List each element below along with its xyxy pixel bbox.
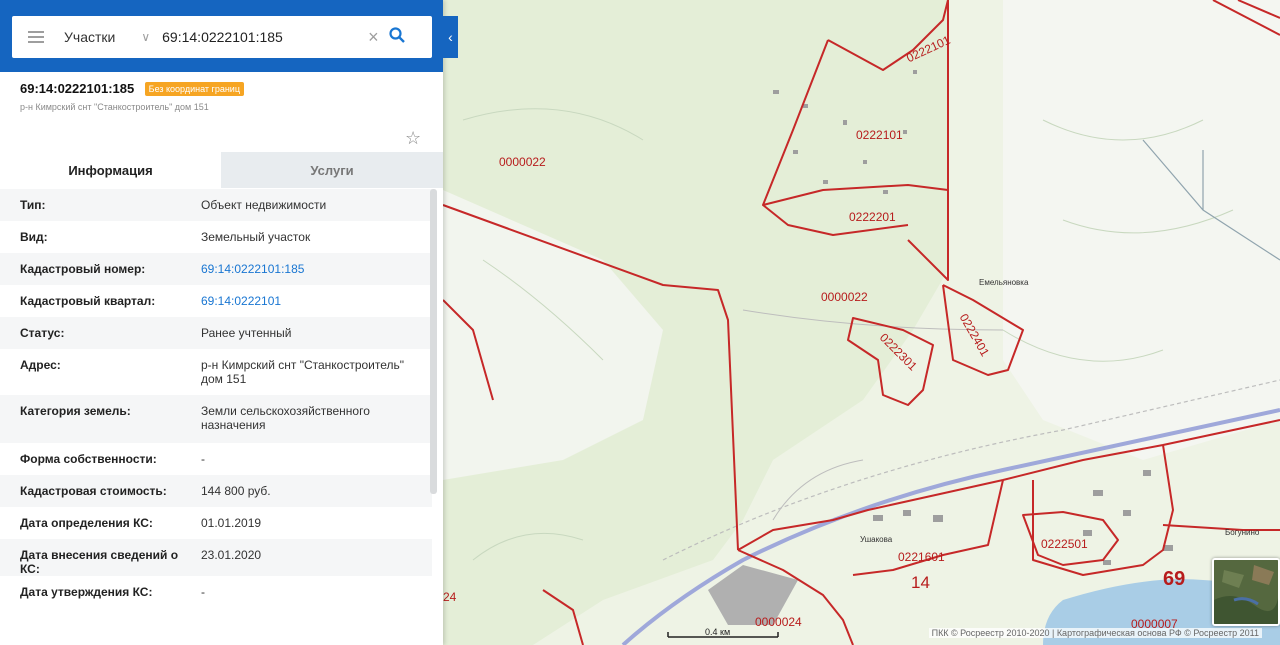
property-row: Категория земель: Земли сельскохозяйствен…	[0, 395, 432, 443]
property-row: Адрес: р-н Кимрский снт "Станкостроитель"…	[0, 349, 432, 395]
search-input[interactable]	[162, 29, 363, 45]
property-value-link[interactable]: 69:14:0222101:185	[201, 262, 412, 276]
property-row: Дата внесения сведений о КС: 23.01.2020	[0, 539, 432, 576]
quarter-label: 0222501	[1041, 537, 1088, 551]
property-value: Ранее учтенный	[201, 326, 292, 340]
tab-bar: Информация Услуги	[0, 152, 443, 188]
property-value: 01.01.2019	[201, 516, 262, 530]
quarter-label: 0000024	[755, 615, 802, 629]
quarter-label: 0221601	[898, 550, 945, 564]
property-label: Адрес:	[20, 358, 61, 372]
search-box: Участки ∨ ×	[12, 16, 432, 58]
district-label: 14	[911, 573, 930, 592]
property-row: Вид: Земельный участок	[0, 221, 432, 253]
property-row: Кадастровый квартал: 69:14:0222101	[0, 285, 432, 317]
property-label: Дата определения КС:	[20, 516, 153, 530]
place-label: Емельяновка	[979, 278, 1029, 287]
property-value: Земли сельскохозяйственного назначения	[201, 404, 370, 432]
star-icon[interactable]: ☆	[405, 128, 421, 149]
property-row: Форма собственности: -	[0, 443, 432, 475]
search-type-label: Участки	[64, 29, 116, 45]
property-label: Форма собственности:	[20, 452, 157, 466]
place-label: Ушакова	[860, 535, 893, 544]
property-label: Статус:	[20, 326, 65, 340]
property-label: Вид:	[20, 230, 48, 244]
collapse-panel-button[interactable]: ‹	[443, 16, 458, 58]
region-label: 69	[1163, 568, 1186, 590]
search-header: Участки ∨ ×	[0, 0, 443, 72]
quarter-label: 0222201	[849, 210, 896, 224]
close-icon[interactable]: ×	[368, 27, 379, 48]
object-address: р-н Кимрский снт "Станкостроитель" дом 1…	[20, 102, 209, 112]
property-row: Дата утверждения КС: -	[0, 576, 432, 608]
property-label: Кадастровая стоимость:	[20, 484, 167, 498]
property-row: Тип: Объект недвижимости	[0, 189, 432, 221]
tab-information[interactable]: Информация	[0, 152, 221, 188]
property-label: Кадастровый номер:	[20, 262, 146, 276]
object-number: 69:14:0222101:185	[20, 81, 135, 96]
map-view[interactable]: 0222101 0222101 0222201 0000022 0000022 …	[443, 0, 1280, 645]
property-value-link[interactable]: 69:14:0222101	[201, 294, 412, 308]
tab-services[interactable]: Услуги	[221, 152, 443, 188]
property-row: Кадастровая стоимость: 144 800 руб.	[0, 475, 432, 507]
quarter-label: 0222101	[856, 128, 903, 142]
property-value: -	[201, 452, 205, 466]
property-label: Кадастровый квартал:	[20, 294, 156, 308]
property-label: Дата внесения сведений о КС:	[20, 548, 179, 576]
chevron-down-icon: ∨	[141, 30, 151, 44]
info-panel: Участки ∨ × 69:14:0222101:185 Без коорди…	[0, 0, 443, 645]
property-value: 23.01.2020	[201, 548, 262, 562]
place-label: Богунино	[1225, 528, 1260, 537]
quarter-label: 0000022	[499, 155, 546, 169]
map-canvas	[443, 0, 1280, 645]
property-row: Дата определения КС: 01.01.2019	[0, 507, 432, 539]
scrollbar[interactable]	[430, 189, 437, 494]
search-icon[interactable]	[389, 26, 405, 48]
property-value: Земельный участок	[201, 230, 311, 244]
search-type-select[interactable]: Участки ∨	[64, 29, 150, 45]
property-label: Тип:	[20, 198, 46, 212]
status-badge: Без координат границ	[144, 82, 244, 96]
property-label: Дата утверждения КС:	[20, 585, 153, 599]
property-value: -	[201, 585, 205, 599]
quarter-label: 24	[443, 590, 457, 604]
property-label: Категория земель:	[20, 404, 131, 418]
quarter-label: 0000022	[821, 290, 868, 304]
property-value: Объект недвижимости	[201, 198, 327, 212]
satellite-layer-button[interactable]	[1212, 558, 1280, 626]
property-value: 144 800 руб.	[201, 484, 271, 498]
menu-icon[interactable]	[28, 31, 44, 43]
property-row: Кадастровый номер: 69:14:0222101:185	[0, 253, 432, 285]
map-attribution: ПКК © Росреестр 2010-2020 | Картографиче…	[928, 628, 1262, 638]
property-row: Статус: Ранее учтенный	[0, 317, 432, 349]
property-list: Тип: Объект недвижимости Вид: Земельный уча…	[0, 189, 432, 608]
scale-label: 0.4 км	[705, 627, 731, 637]
object-header: 69:14:0222101:185 Без координат границ р…	[20, 80, 244, 112]
property-value: р-н Кимрский снт "Станкостроитель" дом 1…	[201, 358, 405, 386]
